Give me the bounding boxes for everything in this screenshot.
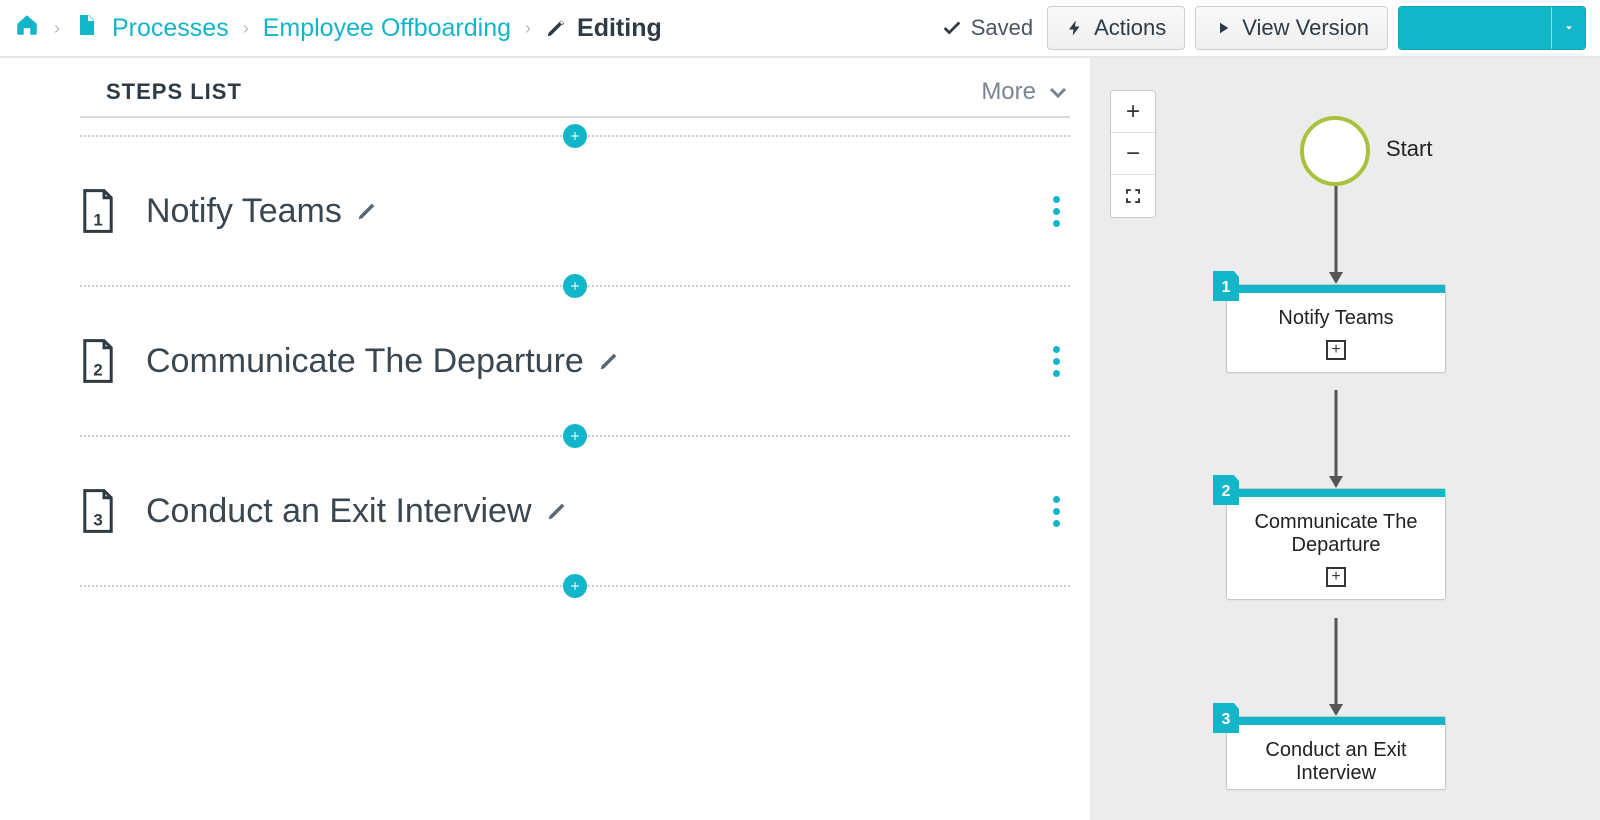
svg-text:3: 3 xyxy=(93,510,102,529)
add-step-button[interactable] xyxy=(563,274,587,298)
view-version-button[interactable]: View Version xyxy=(1195,6,1388,50)
zoom-in-button[interactable]: + xyxy=(1111,91,1155,133)
chevron-right-icon: › xyxy=(525,18,531,39)
step-menu-button[interactable] xyxy=(1043,192,1070,231)
plus-icon xyxy=(569,580,581,592)
steps-panel: STEPS LIST More 1 Notify Teams xyxy=(0,58,1090,820)
breadcrumb-current: Editing xyxy=(545,14,662,43)
expand-node-button[interactable]: + xyxy=(1326,340,1346,360)
document-icon: 3 xyxy=(80,488,116,534)
chevron-right-icon: › xyxy=(54,18,60,39)
flow-arrow xyxy=(1332,390,1340,490)
fullscreen-icon xyxy=(1124,187,1142,205)
step-menu-button[interactable] xyxy=(1043,492,1070,531)
approve-dropdown[interactable] xyxy=(1551,7,1585,49)
step-title: Notify Teams xyxy=(146,192,342,231)
flow-node-title: Communicate The Departure xyxy=(1227,497,1445,561)
add-step-button[interactable] xyxy=(563,124,587,148)
breadcrumb: › Processes › Employee Offboarding › Edi… xyxy=(14,12,662,45)
pencil-icon xyxy=(545,17,567,39)
pencil-icon[interactable] xyxy=(356,200,378,222)
flow-node-title: Conduct an Exit Interview xyxy=(1227,725,1445,789)
node-number-badge: 1 xyxy=(1213,271,1239,301)
step-row[interactable]: 1 Notify Teams xyxy=(80,154,1070,268)
insert-step-divider xyxy=(80,568,1070,604)
svg-text:1: 1 xyxy=(93,210,102,229)
zoom-controls: + − xyxy=(1110,90,1156,218)
overview-panel: + − Start 1 Notify Teams + xyxy=(1090,58,1600,820)
start-node[interactable] xyxy=(1300,116,1370,186)
insert-step-divider xyxy=(80,268,1070,304)
add-step-button[interactable] xyxy=(563,574,587,598)
actions-button[interactable]: Actions xyxy=(1047,6,1185,50)
flow-node[interactable]: 2 Communicate The Departure + xyxy=(1226,488,1446,600)
flow-node[interactable]: 1 Notify Teams + xyxy=(1226,284,1446,373)
document-icon: 2 xyxy=(80,338,116,384)
pencil-icon[interactable] xyxy=(598,350,620,372)
check-icon xyxy=(941,17,963,39)
breadcrumb-process-name[interactable]: Employee Offboarding xyxy=(263,14,511,43)
home-icon[interactable] xyxy=(14,12,40,45)
play-icon xyxy=(1214,19,1232,37)
add-step-button[interactable] xyxy=(563,424,587,448)
more-menu[interactable]: More xyxy=(981,78,1070,106)
step-row[interactable]: 2 Communicate The Departure xyxy=(80,304,1070,418)
fullscreen-button[interactable] xyxy=(1111,175,1155,217)
zoom-out-button[interactable]: − xyxy=(1111,133,1155,175)
saved-status: Saved xyxy=(941,15,1033,41)
flow-arrow xyxy=(1332,618,1340,718)
step-row[interactable]: 3 Conduct an Exit Interview xyxy=(80,454,1070,568)
node-number-badge: 2 xyxy=(1213,475,1239,505)
chevron-right-icon: › xyxy=(243,18,249,39)
processes-icon[interactable] xyxy=(74,13,98,44)
node-number-badge: 3 xyxy=(1213,703,1239,733)
plus-icon xyxy=(569,280,581,292)
insert-step-divider xyxy=(80,418,1070,454)
insert-step-divider xyxy=(80,118,1070,154)
flow-canvas[interactable]: Start 1 Notify Teams + 2 Communicate The… xyxy=(1090,58,1600,820)
approve-button[interactable]: Approve xyxy=(1398,6,1586,50)
start-label: Start xyxy=(1386,136,1432,162)
flow-node[interactable]: 3 Conduct an Exit Interview xyxy=(1226,716,1446,790)
top-bar: › Processes › Employee Offboarding › Edi… xyxy=(0,0,1600,58)
plus-icon xyxy=(569,130,581,142)
step-title: Communicate The Departure xyxy=(146,342,584,381)
step-menu-button[interactable] xyxy=(1043,342,1070,381)
flow-node-title: Notify Teams xyxy=(1227,293,1445,334)
bolt-icon xyxy=(1066,19,1084,37)
step-title: Conduct an Exit Interview xyxy=(146,492,532,531)
chevron-down-icon xyxy=(1046,80,1070,104)
plus-icon xyxy=(569,430,581,442)
breadcrumb-processes[interactable]: Processes xyxy=(112,14,229,43)
pencil-icon[interactable] xyxy=(546,500,568,522)
caret-down-icon xyxy=(1563,22,1575,34)
expand-node-button[interactable]: + xyxy=(1326,567,1346,587)
document-icon: 1 xyxy=(80,188,116,234)
flow-arrow xyxy=(1332,186,1340,286)
steps-list-title: STEPS LIST xyxy=(106,79,242,105)
svg-text:2: 2 xyxy=(93,360,102,379)
